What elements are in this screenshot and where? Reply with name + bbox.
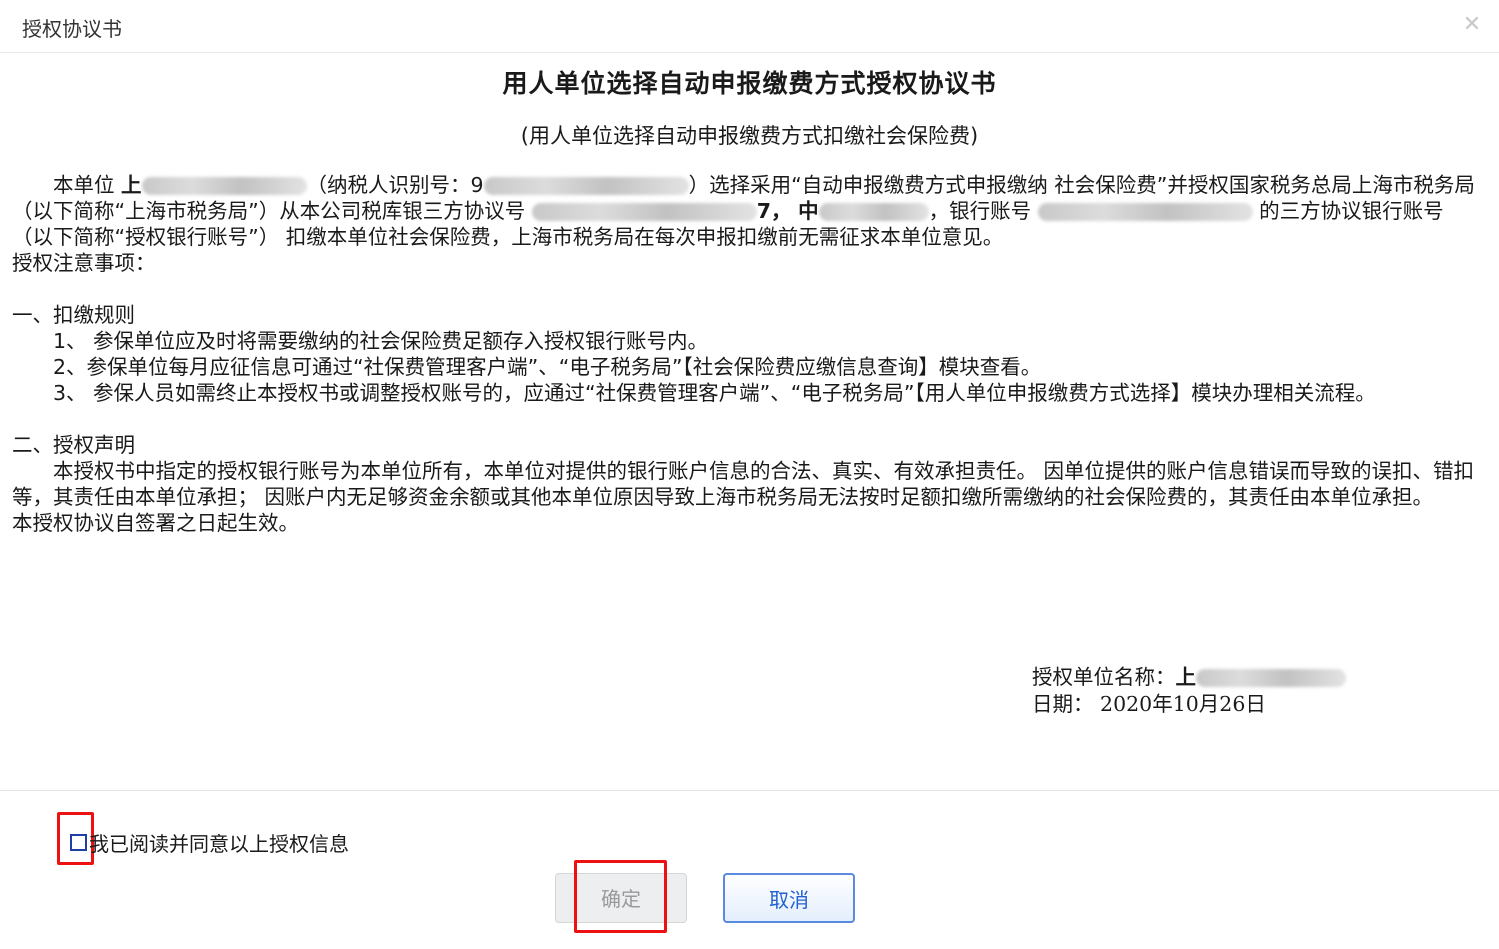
section2-heading: 二、授权声明 (12, 433, 135, 457)
agree-row[interactable]: 我已阅读并同意以上授权信息 (70, 828, 349, 857)
redacted-bank-name (818, 203, 929, 221)
agree-label[interactable]: 我已阅读并同意以上授权信息 (89, 828, 349, 857)
dialog-titlebar: 授权协议书 ✕ (0, 0, 1499, 53)
document-body: 本单位 上（纳税人识别号：9 ）选择采用“自动申报缴费方式申报缴纳 社会保险费”并… (12, 172, 1482, 536)
intro-text-5: ，银行账号 (928, 199, 1032, 223)
redacted-tax-id (483, 177, 689, 195)
section1-heading: 一、扣缴规则 (12, 303, 135, 327)
confirm-highlight (574, 860, 667, 933)
signature-unit-value: 上 (1175, 665, 1197, 689)
intro-text-2: （纳税人识别号：9 (306, 173, 484, 197)
signature-unit-row: 授权单位名称：上 (1032, 664, 1346, 691)
agree-checkbox[interactable] (70, 834, 87, 851)
document-subtitle: (用人单位选择自动申报缴费方式扣缴社会保险费) (520, 124, 979, 148)
dialog-footer (0, 790, 1499, 949)
agreement-no-suffix: 7， (756, 199, 792, 223)
rule-item-2: 2、参保单位每月应征信息可通过“社保费管理客户端”、“电子税务局”【社会保险费应… (53, 355, 1042, 379)
signature-date-value: 2020年10月26日 (1100, 692, 1266, 716)
close-icon[interactable]: ✕ (1461, 14, 1483, 36)
redacted-bank-account (1037, 203, 1253, 221)
authorization-dialog: 授权协议书 ✕ 用人单位选择自动申报缴费方式授权协议书 (用人单位选择自动申报缴… (0, 0, 1499, 948)
intro-paragraph: 本单位 上（纳税人识别号：9 ）选择采用“自动申报缴费方式申报缴纳 社会保险费”并… (12, 172, 1482, 250)
cancel-button[interactable]: 取消 (723, 873, 855, 923)
unit-name-partial: 上 (121, 173, 142, 197)
rule-item-3: 3、 参保人员如需终止本授权书或调整授权账号的，应通过“社保费管理客户端”、“电… (53, 381, 1376, 405)
signature-unit-label: 授权单位名称： (1032, 665, 1176, 689)
effective-text: 本授权协议自签署之日起生效。 (12, 511, 299, 535)
declaration-text: 本授权书中指定的授权银行账号为本单位所有，本单位对提供的银行账户信息的合法、真实… (12, 459, 1475, 509)
signature-date-label: 日期： (1032, 692, 1094, 716)
redacted-unit-name (141, 177, 307, 195)
notice-label: 授权注意事项： (12, 251, 156, 275)
document-title: 用人单位选择自动申报缴费方式授权协议书 (502, 69, 997, 98)
bank-name-partial: 中 (798, 199, 819, 223)
redacted-signature-unit (1196, 669, 1346, 687)
redacted-agreement-no (531, 203, 757, 221)
signature-block: 授权单位名称：上 日期： 2020年10月26日 (1032, 664, 1346, 718)
rule-item-1: 1、 参保单位应及时将需要缴纳的社会保险费足额存入授权银行账号内。 (53, 329, 709, 353)
signature-date-row: 日期： 2020年10月26日 (1032, 691, 1346, 718)
intro-text-1: 本单位 (53, 173, 115, 197)
dialog-title: 授权协议书 (22, 17, 122, 41)
